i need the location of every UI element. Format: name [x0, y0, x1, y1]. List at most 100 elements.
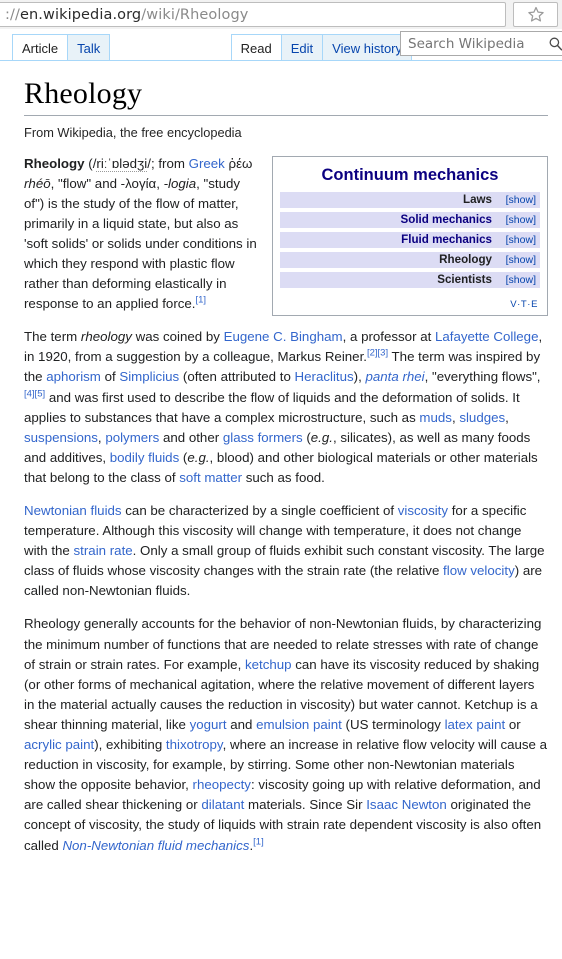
link-bodily-fluids[interactable]: bodily fluids	[110, 450, 179, 465]
infobox-row-solid-mechanics[interactable]: Solid mechanics [show]	[280, 211, 540, 229]
text-run: (often attributed to	[179, 369, 295, 385]
ipa-pronunciation[interactable]: riːˈɒlədʒi	[96, 155, 148, 172]
infobox-row-label: Solid mechanics	[400, 213, 493, 227]
link-eugene-c-bingham[interactable]: Eugene C. Bingham	[224, 329, 343, 344]
link-simplicius[interactable]: Simplicius	[119, 369, 179, 384]
link-glass-formers[interactable]: glass formers	[223, 430, 303, 445]
text-run: , a professor at	[342, 329, 435, 345]
link-dilatant[interactable]: dilatant	[201, 797, 244, 812]
link-flow-velocity[interactable]: flow velocity	[443, 563, 515, 578]
view-tabs: Read Edit View history	[230, 29, 412, 61]
article-content: Rheology From Wikipedia, the free encycl…	[0, 61, 562, 959]
infobox-row-label: Scientists	[437, 273, 492, 287]
infobox-row-label: Laws	[463, 193, 492, 207]
link-aphorism[interactable]: aphorism	[46, 369, 101, 384]
site-tagline: From Wikipedia, the free encyclopedia	[24, 124, 242, 140]
text-run: of	[100, 369, 120, 385]
text-run: ),	[353, 369, 366, 385]
text-run: materials. Since Sir	[244, 797, 367, 813]
title-divider	[24, 114, 548, 116]
infobox-show-toggle[interactable]: [show]	[506, 275, 536, 286]
link-polymers[interactable]: polymers	[105, 430, 159, 445]
text-run: ), exhibiting	[94, 737, 166, 753]
reference-4-5[interactable]: [4][5]	[24, 388, 45, 399]
infobox-show-toggle[interactable]: [show]	[506, 255, 536, 266]
star-outline-icon	[527, 6, 544, 22]
infobox-show-toggle[interactable]: [show]	[506, 215, 536, 226]
url-prefix: ://	[5, 6, 20, 23]
link-soft-matter[interactable]: soft matter	[179, 470, 242, 485]
infobox-title: Continuum mechanics	[321, 165, 499, 184]
text-run: can be characterized by a single coeffic…	[121, 503, 398, 518]
infobox-show-toggle[interactable]: [show]	[506, 195, 536, 206]
namespace-tabs: Article Talk	[12, 29, 237, 61]
text-run: ,	[505, 409, 509, 425]
wikipedia-tab-bar: Article Talk Read Edit View history	[0, 29, 562, 61]
link-panta-rhei[interactable]: panta rhei	[365, 369, 424, 384]
search-input[interactable]	[408, 35, 548, 52]
etymology-paragraph: The term rheology was coined by Eugene C…	[24, 327, 548, 488]
reference-1[interactable]: [1]	[196, 295, 207, 306]
link-strain-rate[interactable]: strain rate	[74, 543, 133, 558]
link-non-newtonian-fluid-mechanics[interactable]: Non-Newtonian fluid mechanics	[62, 838, 249, 853]
link-muds[interactable]: muds	[419, 410, 452, 425]
infobox-row-rheology[interactable]: Rheology [show]	[280, 251, 540, 269]
ipa-close: /; from	[147, 155, 189, 171]
lead-text-body: , "study of") is the study of the flow o…	[24, 175, 257, 312]
reference-1[interactable]: [1]	[253, 836, 264, 847]
tab-read[interactable]: Read	[230, 34, 282, 61]
abbrev-eg: e.g.	[310, 429, 333, 445]
infobox-vte-links: V·T·E	[280, 292, 540, 311]
page-title: Rheology	[24, 77, 143, 110]
ipa-open: (/	[84, 155, 97, 171]
link-acrylic-paint[interactable]: acrylic paint	[24, 737, 94, 752]
link-newtonian-fluids[interactable]: Newtonian fluids	[24, 503, 122, 518]
tab-edit[interactable]: Edit	[281, 34, 324, 61]
link-suspensions[interactable]: suspensions	[24, 430, 98, 445]
link-yogurt[interactable]: yogurt	[190, 717, 227, 732]
link-emulsion-paint[interactable]: emulsion paint	[256, 717, 342, 732]
link-viscosity[interactable]: viscosity	[398, 503, 448, 518]
transliteration-rheo: rhéō	[24, 175, 51, 191]
infobox-row-scientists[interactable]: Scientists [show]	[280, 271, 540, 289]
magnifier-icon[interactable]	[548, 36, 562, 51]
link-lafayette-college[interactable]: Lafayette College	[435, 329, 539, 344]
reference-link[interactable]: [1]	[253, 836, 264, 847]
infobox-edit-link[interactable]: E	[531, 299, 538, 310]
infobox-continuum-mechanics: Continuum mechanics Laws [show] Solid me…	[272, 155, 548, 316]
link-heraclitus[interactable]: Heraclitus	[295, 369, 354, 384]
reference-link[interactable]: [2][3]	[367, 348, 388, 359]
link-rheopecty[interactable]: rheopecty	[193, 777, 251, 792]
infobox-row-fluid-mechanics[interactable]: Fluid mechanics [show]	[280, 231, 540, 249]
bookmark-star-button[interactable]	[513, 2, 558, 27]
link-latex-paint[interactable]: latex paint	[445, 717, 506, 732]
text-run: and other	[159, 429, 223, 445]
infobox-row-label: Rheology	[439, 253, 492, 267]
tab-view-history[interactable]: View history	[323, 34, 412, 61]
reference-link[interactable]: [4][5]	[24, 388, 45, 399]
text-run: The term	[24, 329, 81, 345]
text-run: (	[302, 429, 311, 445]
tab-strip-filler	[110, 34, 237, 61]
emphasis-rheology: rheology	[80, 329, 132, 345]
address-bar[interactable]: ://en.wikipedia.org/wiki/Rheology	[0, 2, 506, 27]
infobox-show-toggle[interactable]: [show]	[506, 235, 536, 246]
text-run: such as food.	[242, 469, 325, 485]
infobox-row-laws[interactable]: Laws [show]	[280, 191, 540, 209]
search-container[interactable]	[400, 31, 562, 56]
link-ketchup[interactable]: ketchup	[245, 657, 292, 672]
link-thixotropy[interactable]: thixotropy	[166, 737, 223, 752]
tab-talk[interactable]: Talk	[68, 34, 111, 61]
non-newtonian-paragraph: Rheology generally accounts for the beha…	[24, 614, 548, 855]
tab-article[interactable]: Article	[12, 34, 69, 61]
reference-2-3[interactable]: [2][3]	[367, 348, 388, 359]
transliteration-logia: -logia	[163, 175, 197, 191]
link-isaac-newton[interactable]: Isaac Newton	[366, 797, 447, 812]
url-path: /wiki/Rheology	[141, 6, 249, 23]
abbrev-eg: e.g.	[187, 449, 210, 465]
reference-link[interactable]: [1]	[196, 295, 207, 306]
browser-chrome: ://en.wikipedia.org/wiki/Rheology	[0, 0, 562, 29]
link-sludges[interactable]: sludges	[459, 410, 505, 425]
link-greek[interactable]: Greek	[189, 156, 225, 171]
text-run: and	[226, 716, 257, 732]
